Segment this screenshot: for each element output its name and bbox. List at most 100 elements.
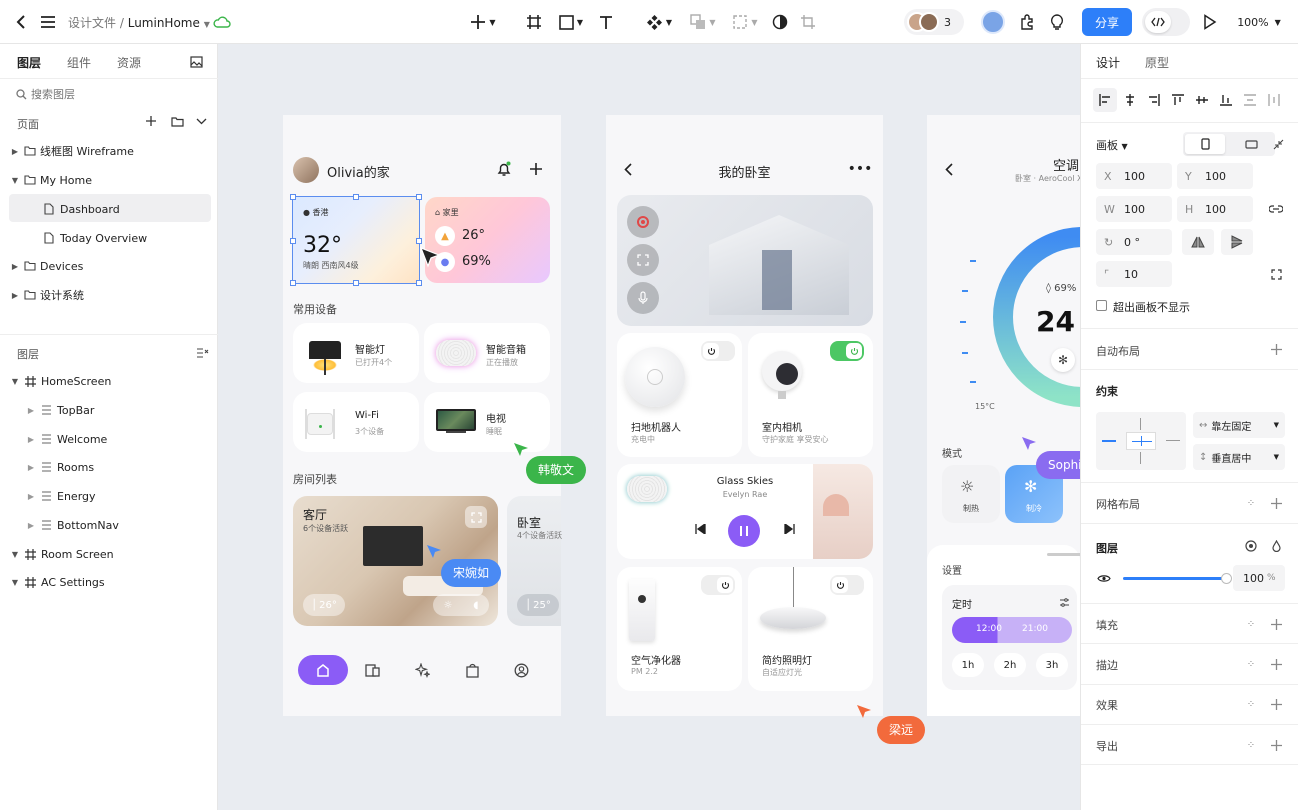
width-field[interactable]: W 100	[1096, 196, 1172, 222]
mask-tool[interactable]: ▼	[728, 12, 762, 32]
collapse-icon[interactable]	[1269, 136, 1287, 152]
horizontal-constraint-dropdown[interactable]: ↔ 靠左固定 ▼	[1193, 412, 1285, 438]
room-3d-view[interactable]	[617, 195, 873, 326]
align-center-icon[interactable]	[1118, 88, 1142, 112]
expand-arrow-icon[interactable]: ▶	[10, 262, 20, 271]
frame-ac-settings[interactable]: 空调 卧室 · AeroCool X- ◊ 69% 24 ✻ 15°C 模式 ☼…	[927, 115, 1080, 716]
layer-welcome[interactable]: ▶ Welcome	[0, 425, 218, 453]
layer-energy[interactable]: ▶ Energy	[0, 482, 218, 510]
expand-arrow-icon[interactable]: ▶	[26, 463, 36, 472]
style-icon[interactable]: ⁘	[1244, 657, 1258, 671]
tab-components[interactable]: 组件	[67, 54, 91, 71]
weather-card[interactable]: ● 香港 32° 晴朗 西南风4级	[293, 197, 419, 283]
next-track-icon[interactable]	[782, 522, 796, 536]
avatar[interactable]	[293, 157, 319, 183]
page-item-dashboard[interactable]: Dashboard	[0, 195, 218, 223]
frame-homescreen[interactable]: Olivia的家 ● 香港 32° 晴朗 西南风4级 ⌂ 家里 ▲ 26° ● …	[283, 115, 562, 716]
record-icon[interactable]	[627, 206, 659, 238]
nav-home-icon[interactable]	[298, 655, 348, 685]
duration-2h-button[interactable]: 2h	[994, 653, 1026, 677]
collapse-arrow-icon[interactable]: ▼	[10, 176, 20, 185]
tab-layers[interactable]: 图层	[17, 54, 41, 71]
lightbulb-icon[interactable]	[1046, 12, 1068, 32]
constraints-widget[interactable]	[1096, 412, 1186, 470]
power-toggle[interactable]	[701, 575, 735, 595]
device-card-camera[interactable]: 室内相机 守护家庭 享受安心	[748, 333, 873, 457]
opacity-field[interactable]: 100%	[1233, 565, 1285, 591]
flip-horizontal-icon[interactable]	[1182, 229, 1214, 255]
duration-3h-button[interactable]: 3h	[1036, 653, 1068, 677]
fullscreen-icon[interactable]	[627, 244, 659, 276]
play-icon[interactable]	[1200, 12, 1220, 32]
bottom-constraint[interactable]	[1140, 452, 1141, 464]
duration-1h-button[interactable]: 1h	[952, 653, 984, 677]
collapse-all-icon[interactable]	[194, 346, 210, 360]
insert-tool[interactable]: ▼	[466, 12, 500, 32]
shape-tool[interactable]: ▼	[554, 12, 588, 32]
right-constraint[interactable]	[1166, 440, 1180, 441]
add-effect-icon[interactable]	[1269, 697, 1283, 711]
expand-arrow-icon[interactable]: ▶	[26, 406, 36, 415]
add-export-icon[interactable]	[1269, 738, 1283, 752]
align-middle-icon[interactable]	[1190, 88, 1214, 112]
x-field[interactable]: X 100	[1096, 163, 1172, 189]
plugin-icon[interactable]	[1016, 12, 1038, 32]
pause-button[interactable]	[728, 515, 760, 547]
previous-track-icon[interactable]	[693, 522, 707, 536]
style-icon[interactable]: ⁘	[1244, 697, 1258, 711]
add-autolayout-icon[interactable]	[1269, 342, 1283, 356]
page-item-my-home[interactable]: ▼ My Home	[0, 166, 218, 194]
expand-arrow-icon[interactable]: ▶	[26, 521, 36, 530]
timer-range-slider[interactable]: 12:00 21:00	[952, 617, 1072, 643]
light-icon[interactable]: ☼	[443, 600, 452, 611]
indoor-card[interactable]: ⌂ 家里 ▲ 26° ● 69%	[425, 197, 550, 283]
flip-vertical-icon[interactable]	[1221, 229, 1253, 255]
add-grid-icon[interactable]	[1269, 496, 1283, 510]
layer-bottomnav[interactable]: ▶ BottomNav	[0, 511, 218, 539]
frame-tool-icon[interactable]	[522, 12, 546, 32]
device-card-wifi[interactable]: Wi-Fi 3个设备	[293, 392, 419, 452]
device-card-light[interactable]: 智能灯 已打开4个	[293, 323, 419, 383]
search-layers-input[interactable]	[31, 84, 201, 104]
align-top-icon[interactable]	[1166, 88, 1190, 112]
height-field[interactable]: H 100	[1177, 196, 1253, 222]
room-quick-actions[interactable]: ☼ ◖	[433, 594, 489, 616]
menu-icon[interactable]	[38, 12, 58, 32]
power-toggle[interactable]	[701, 341, 735, 361]
expand-arrow-icon[interactable]: ▶	[26, 492, 36, 501]
align-right-icon[interactable]	[1142, 88, 1166, 112]
align-bottom-icon[interactable]	[1214, 88, 1238, 112]
zoom-dropdown[interactable]: 100% ▼	[1234, 12, 1284, 32]
grid-style-icon[interactable]: ⁘	[1244, 496, 1258, 510]
tab-assets[interactable]: 资源	[117, 54, 141, 71]
microphone-icon[interactable]	[627, 282, 659, 314]
top-constraint[interactable]	[1140, 418, 1141, 430]
snowflake-icon[interactable]: ✻	[1051, 348, 1075, 372]
blend-mode-icon[interactable]	[1244, 539, 1258, 553]
landscape-icon[interactable]	[1229, 134, 1273, 154]
layer-rooms[interactable]: ▶ Rooms	[0, 453, 218, 481]
chevron-down-icon[interactable]	[194, 114, 208, 128]
page-item-wireframe[interactable]: ▶ 线框图 Wireframe	[0, 137, 218, 165]
slider-handle[interactable]	[1221, 573, 1232, 584]
device-card-air-purifier[interactable]: 空气净化器 PM 2.2	[617, 567, 742, 691]
artboard-dropdown[interactable]: 画板 ▼	[1096, 137, 1128, 153]
mode-heat-button[interactable]: ☼ 制热	[942, 465, 1000, 523]
nav-profile-icon[interactable]	[512, 661, 530, 679]
add-page-icon[interactable]	[144, 114, 158, 128]
independent-corners-icon[interactable]	[1267, 266, 1285, 282]
expand-arrow-icon[interactable]: ▶	[10, 147, 20, 156]
add-icon[interactable]	[527, 160, 545, 178]
device-card-robot-vacuum[interactable]: 扫地机器人 充电中	[617, 333, 742, 457]
device-card-tv[interactable]: 电视 睡眠	[424, 392, 550, 452]
room-card-bedroom[interactable]: 卧室 4个设备活跃 │ 25°	[507, 496, 562, 626]
music-player-card[interactable]: Glass Skies Evelyn Rae	[617, 464, 873, 559]
power-toggle[interactable]	[830, 341, 864, 361]
user-avatar[interactable]	[981, 10, 1005, 34]
device-card-pendant-light[interactable]: 简约照明灯 自适应灯光	[748, 567, 873, 691]
left-constraint[interactable]	[1102, 440, 1116, 442]
chevron-down-icon[interactable]: ▼	[204, 20, 210, 29]
layer-topbar[interactable]: ▶ TopBar	[0, 396, 218, 424]
layer-homescreen[interactable]: ▼ HomeScreen	[0, 367, 218, 395]
style-icon[interactable]: ⁘	[1244, 617, 1258, 631]
